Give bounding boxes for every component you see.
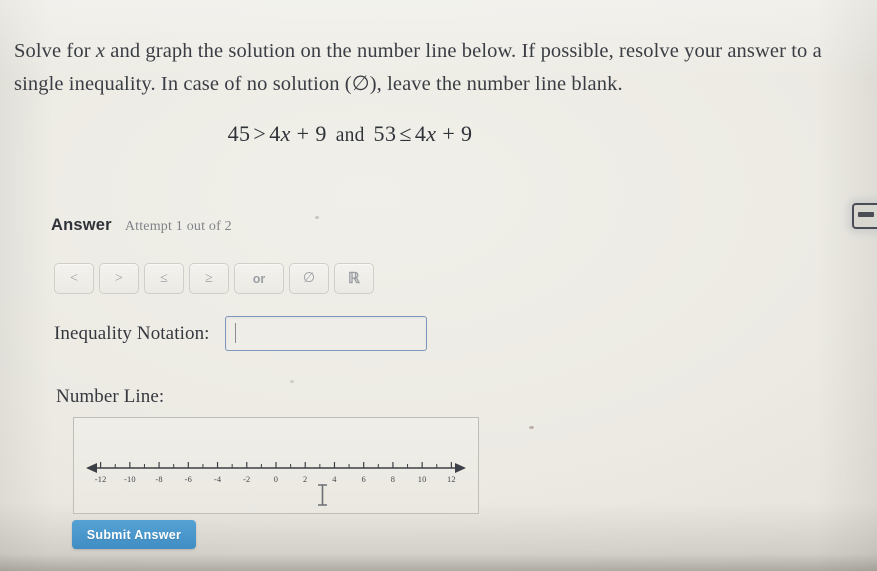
axis-arrow-left [86,463,97,473]
keypad-key-less-than-or-equal[interactable]: ≤ [144,263,184,294]
tick-label: -10 [124,475,136,484]
inequality-notation-row: Inequality Notation: [54,316,427,351]
eq-left-operator: > [253,121,267,146]
keypad-key-greater-than-or-equal[interactable]: ≥ [189,263,229,294]
attempt-counter: Attempt 1 out of 2 [124,219,232,234]
eq-left-addend: + 9 [296,121,327,146]
eq-right-constant: 53 [373,121,397,146]
tick-label: 4 [332,475,337,484]
tick-label: -2 [243,475,250,484]
number-line-graph: -12 -10 -8 -6 -4 -2 0 2 4 6 8 10 12 [86,462,466,484]
eq-right-variable: x [426,121,437,146]
prompt-text-rest: and graph the solution on the number lin… [14,39,822,95]
tick-label: 12 [447,475,456,484]
eq-left-variable: x [280,121,291,146]
tick-label: -6 [185,475,192,484]
inequality-notation-label: Inequality Notation: [54,322,210,344]
eq-right-coefficient: 4 [414,121,427,146]
tick-label: 6 [361,475,365,484]
number-line-label: Number Line: [56,386,165,407]
calculator-tool-icon[interactable] [852,203,877,229]
eq-left-coefficient: 4 [269,121,281,146]
keypad-key-empty-set[interactable]: ∅ [289,263,329,294]
keypad-key-greater-than[interactable]: > [99,263,139,294]
inequality-expression: 45 >4x + 9 and 53 ≤4x + 9 [0,121,700,147]
keypad-key-less-than[interactable]: < [54,263,94,294]
eq-right-operator: ≤ [399,121,412,146]
tick-label: -8 [155,475,162,484]
prompt-text-start: Solve for [14,39,96,62]
eq-left-constant: 45 [227,121,251,146]
keypad-key-real-numbers[interactable]: ℝ [334,263,374,294]
inequality-notation-input[interactable] [224,316,427,351]
eq-right-addend: + 9 [442,121,473,146]
text-caret [234,323,237,343]
eq-conjunction: and [335,125,365,146]
tick-label: -12 [95,475,107,484]
tick-label: -4 [214,475,222,484]
tick-label: 0 [274,475,278,484]
answer-title: Answer [51,216,112,234]
problem-prompt: Solve for x and graph the solution on th… [14,35,860,101]
prompt-variable: x [95,39,106,62]
keypad-key-or[interactable]: or [234,263,284,294]
number-line-canvas[interactable]: -12 -10 -8 -6 -4 -2 0 2 4 6 8 10 12 [73,417,479,514]
submit-answer-button[interactable]: Submit Answer [72,520,196,549]
tick-label: 10 [418,475,427,484]
tick-label: 8 [391,475,395,484]
answer-header: Answer Attempt 1 out of 2 [51,216,232,235]
tick-label: 2 [303,475,307,484]
axis-arrow-right [455,463,466,473]
symbol-keypad: < > ≤ ≥ or ∅ ℝ [54,263,374,294]
